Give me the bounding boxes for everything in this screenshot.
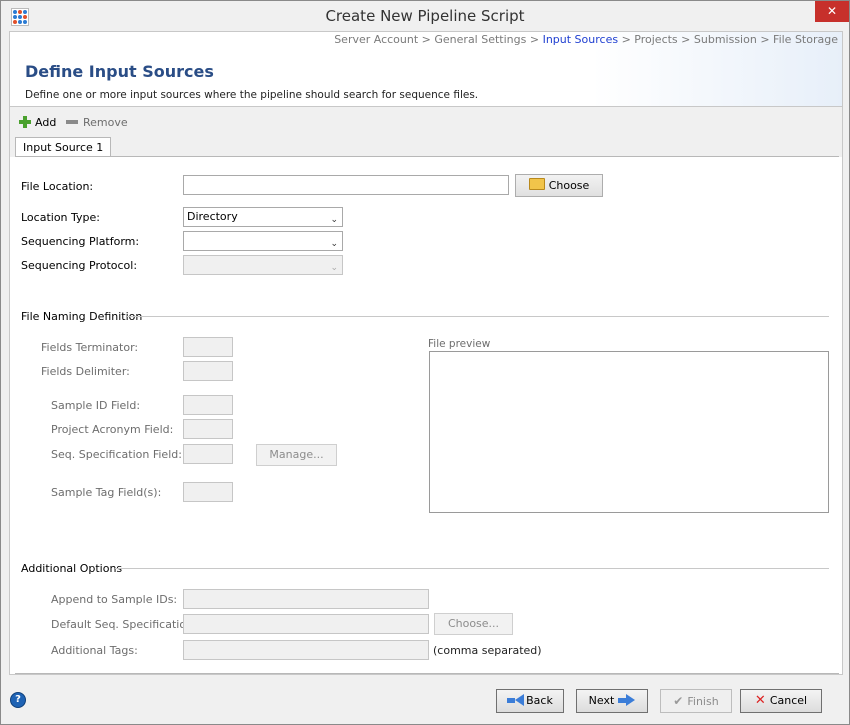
seq-spec-input[interactable]	[183, 444, 233, 464]
platform-select[interactable]: ⌄	[183, 231, 343, 251]
tab-strip: Input Source 1	[10, 135, 842, 158]
file-location-input[interactable]	[183, 175, 509, 195]
back-arrow-icon-tail	[507, 698, 516, 703]
sample-tag-input[interactable]	[183, 482, 233, 502]
next-arrow-icon	[626, 694, 636, 706]
cancel-x-icon: ✕	[754, 693, 766, 708]
crumb-server-account: Server Account	[334, 33, 419, 46]
append-label: Append to Sample IDs:	[51, 593, 178, 606]
remove-label: Remove	[83, 116, 128, 129]
wizard-content: Server Account > General Settings > Inpu…	[9, 31, 843, 675]
chevron-down-icon: ⌄	[330, 215, 338, 225]
sample-id-input[interactable]	[183, 395, 233, 415]
fields-terminator-input[interactable]	[183, 337, 233, 357]
plus-icon	[19, 116, 31, 128]
project-acronym-input[interactable]	[183, 419, 233, 439]
page-description: Define one or more input sources where t…	[25, 89, 479, 101]
back-arrow-icon	[515, 694, 525, 706]
location-type-select[interactable]: Directory ⌄	[183, 207, 343, 227]
protocol-select[interactable]: ⌄	[183, 255, 343, 275]
cancel-button[interactable]: ✕ Cancel	[740, 689, 822, 713]
back-label: Back	[526, 694, 553, 707]
checkmark-icon: ✔	[673, 694, 684, 708]
finish-label: Finish	[687, 695, 719, 708]
title-bar: Create New Pipeline Script ✕	[1, 1, 849, 31]
remove-source-button[interactable]: Remove	[66, 116, 128, 129]
next-arrow-icon-tail	[618, 698, 627, 703]
minus-icon	[66, 120, 78, 124]
default-spec-input[interactable]	[183, 614, 429, 634]
next-label: Next	[588, 694, 615, 707]
crumb-input-sources: Input Sources	[542, 33, 619, 46]
append-input[interactable]	[183, 589, 429, 609]
location-type-value: Directory	[187, 210, 238, 223]
fields-delimiter-label: Fields Delimiter:	[41, 365, 130, 378]
crumb-general-settings: General Settings	[434, 33, 527, 46]
back-button[interactable]: Back	[496, 689, 564, 713]
page-header: Server Account > General Settings > Inpu…	[10, 32, 842, 107]
sample-id-label: Sample ID Field:	[51, 399, 141, 412]
crumb-separator: >	[418, 33, 435, 46]
file-preview-area[interactable]	[429, 351, 829, 513]
source-toolbar: Add Remove	[10, 107, 842, 135]
help-icon[interactable]: ?	[10, 692, 26, 708]
chevron-down-icon: ⌄	[330, 239, 338, 249]
choose-file-button[interactable]: Choose	[515, 174, 603, 197]
window-title: Create New Pipeline Script	[325, 7, 525, 25]
crumb-separator: >	[618, 33, 635, 46]
section-divider	[127, 316, 829, 317]
chevron-down-icon: ⌄	[330, 263, 338, 273]
choose-label: Choose	[548, 179, 590, 192]
cancel-label: Cancel	[769, 694, 808, 707]
seq-spec-label: Seq. Specification Field:	[51, 448, 182, 461]
section-divider	[115, 568, 829, 569]
folder-icon	[528, 178, 545, 190]
manage-button[interactable]: Manage...	[256, 444, 337, 466]
input-source-panel: File Location: Choose Location Type: Dir…	[15, 156, 839, 674]
close-icon[interactable]: ✕	[815, 1, 849, 22]
tab-input-source-1[interactable]: Input Source 1	[15, 137, 112, 158]
page-title: Define Input Sources	[25, 62, 214, 81]
location-type-label: Location Type:	[21, 211, 100, 224]
tags-hint: (comma separated)	[433, 644, 542, 657]
crumb-submission: Submission	[693, 33, 757, 46]
fields-delimiter-input[interactable]	[183, 361, 233, 381]
crumb-projects: Projects	[634, 33, 678, 46]
crumb-separator: >	[756, 33, 774, 46]
file-location-label: File Location:	[21, 180, 94, 193]
additional-options-section-label: Additional Options	[21, 562, 123, 575]
next-button[interactable]: Next	[576, 689, 648, 713]
crumb-file-storage: File Storage	[773, 33, 838, 46]
file-preview-label: File preview	[428, 338, 491, 350]
crumb-separator: >	[526, 33, 543, 46]
add-source-button[interactable]: Add	[19, 116, 56, 129]
add-label: Add	[35, 116, 57, 129]
file-naming-section-label: File Naming Definition	[21, 310, 143, 323]
tags-input[interactable]	[183, 640, 429, 660]
platform-label: Sequencing Platform:	[21, 235, 140, 248]
sample-tag-label: Sample Tag Field(s):	[51, 486, 162, 499]
wizard-window: Create New Pipeline Script ✕ Server Acco…	[0, 0, 850, 725]
tags-label: Additional Tags:	[51, 644, 138, 657]
default-spec-label: Default Seq. Specification:	[51, 618, 197, 631]
choose-spec-button[interactable]: Choose...	[434, 613, 513, 635]
crumb-separator: >	[677, 33, 694, 46]
project-acronym-label: Project Acronym Field:	[51, 423, 174, 436]
fields-terminator-label: Fields Terminator:	[41, 341, 139, 354]
wizard-footer: ? Back Next ✔ Finish ✕ Cancel	[1, 675, 849, 724]
breadcrumb: Server Account > General Settings > Inpu…	[334, 33, 838, 46]
protocol-label: Sequencing Protocol:	[21, 259, 138, 272]
finish-button[interactable]: ✔ Finish	[660, 689, 732, 713]
